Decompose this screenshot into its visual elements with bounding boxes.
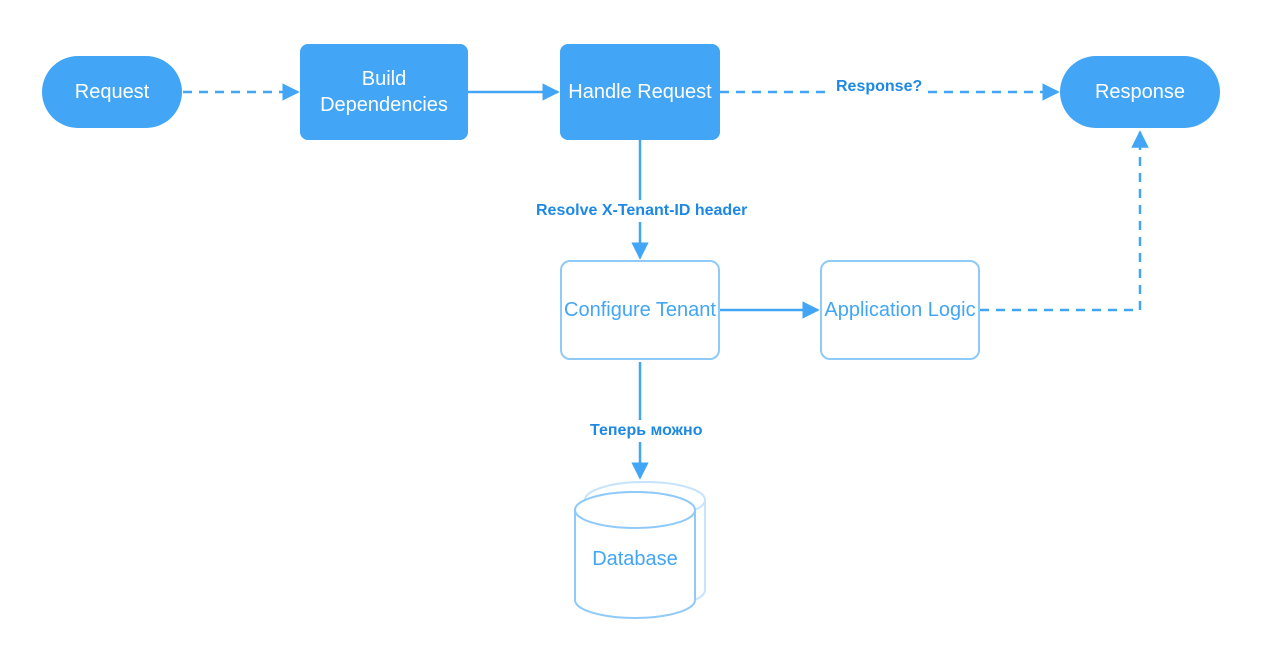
database-shape-back xyxy=(585,482,705,608)
node-build-dependencies: Build Dependencies xyxy=(300,44,468,140)
node-configure-tenant: Configure Tenant xyxy=(560,260,720,360)
node-request: Request xyxy=(42,56,182,128)
node-build-dependencies-label: Build Dependencies xyxy=(300,66,468,118)
edge-label-response-q: Response? xyxy=(830,76,928,98)
node-application-logic: Application Logic xyxy=(820,260,980,360)
node-response: Response xyxy=(1060,56,1220,128)
node-request-label: Request xyxy=(75,79,150,105)
node-application-logic-label: Application Logic xyxy=(824,297,975,323)
node-database-label: Database xyxy=(560,548,710,571)
edge-label-now-allowed: Теперь можно xyxy=(584,420,708,442)
node-handle-request-label: Handle Request xyxy=(568,79,711,105)
edge-applogic-to-response xyxy=(980,132,1140,310)
node-configure-tenant-label: Configure Tenant xyxy=(564,297,716,323)
edge-label-resolve-header: Resolve X-Tenant-ID header xyxy=(530,200,753,222)
node-handle-request: Handle Request xyxy=(560,44,720,140)
node-response-label: Response xyxy=(1095,79,1185,105)
